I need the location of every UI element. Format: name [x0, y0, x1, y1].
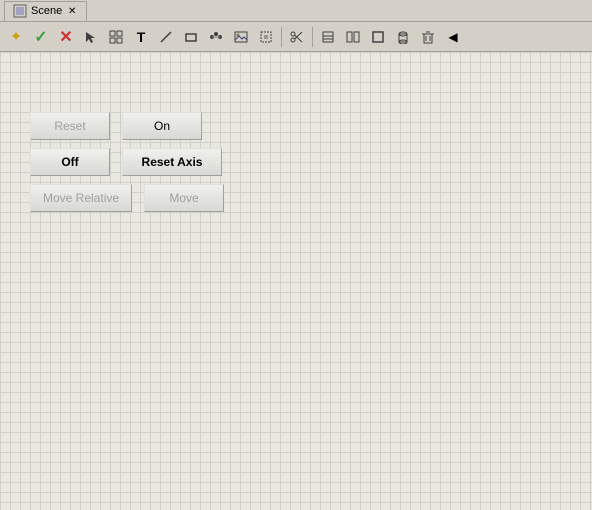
off-button[interactable]: Off: [30, 148, 110, 176]
reset-axis-button[interactable]: Reset Axis: [122, 148, 222, 176]
line-icon: [159, 30, 173, 44]
text-icon: T: [137, 29, 146, 45]
move-relative-button[interactable]: Move Relative: [30, 184, 132, 212]
text-tool-button[interactable]: T: [129, 25, 153, 49]
tab-close-button[interactable]: ✕: [66, 5, 78, 17]
cylinder-icon: [396, 30, 410, 44]
layers-icon: [321, 30, 335, 44]
line-tool-button[interactable]: [154, 25, 178, 49]
rect-icon: [184, 30, 198, 44]
toolbar-sep-1: [281, 27, 282, 47]
confirm-button[interactable]: ✓: [29, 25, 53, 49]
toolbar-sep-2: [312, 27, 313, 47]
arrow-left-icon: ◀: [448, 30, 457, 44]
scene-tab-icon: [13, 4, 27, 18]
toolbar: ✦ ✓ ✕ T: [0, 22, 592, 52]
cancel-button[interactable]: ✕: [54, 25, 78, 49]
grid-icon: [109, 30, 123, 44]
controls-panel: Reset On Off Reset Axis Move Relative Mo…: [30, 112, 224, 212]
box-button[interactable]: [366, 25, 390, 49]
on-button[interactable]: On: [122, 112, 202, 140]
node-tool-button[interactable]: [204, 25, 228, 49]
sparkle-icon: ✦: [10, 28, 22, 45]
node-icon: [209, 30, 223, 44]
reset-button[interactable]: Reset: [30, 112, 110, 140]
trash-button[interactable]: [416, 25, 440, 49]
image-tool-button[interactable]: [229, 25, 253, 49]
select-box-button[interactable]: [254, 25, 278, 49]
move-button[interactable]: Move: [144, 184, 224, 212]
button-row-1: Reset On: [30, 112, 224, 140]
arrow-left-button[interactable]: ◀: [441, 25, 465, 49]
main-canvas: Reset On Off Reset Axis Move Relative Mo…: [0, 52, 592, 510]
image-icon: [234, 30, 248, 44]
button-row-2: Off Reset Axis: [30, 148, 224, 176]
layers-button[interactable]: [316, 25, 340, 49]
box-icon: [371, 30, 385, 44]
split-icon: [346, 30, 360, 44]
scene-tab[interactable]: Scene ✕: [4, 1, 87, 21]
scissors-icon: [290, 30, 304, 44]
select-box-icon: [259, 30, 273, 44]
check-icon: ✓: [34, 27, 47, 47]
cylinder-button[interactable]: [391, 25, 415, 49]
split-button[interactable]: [341, 25, 365, 49]
sparkle-button[interactable]: ✦: [4, 25, 28, 49]
button-row-3: Move Relative Move: [30, 184, 224, 212]
select-tool-button[interactable]: [79, 25, 103, 49]
scene-tab-label: Scene: [31, 5, 62, 17]
rect-tool-button[interactable]: [179, 25, 203, 49]
scissors-button[interactable]: [285, 25, 309, 49]
x-icon: ✕: [59, 27, 72, 47]
trash-icon: [421, 30, 435, 44]
cursor-icon: [84, 30, 98, 44]
grid-button[interactable]: [104, 25, 128, 49]
title-bar: Scene ✕: [0, 0, 592, 22]
